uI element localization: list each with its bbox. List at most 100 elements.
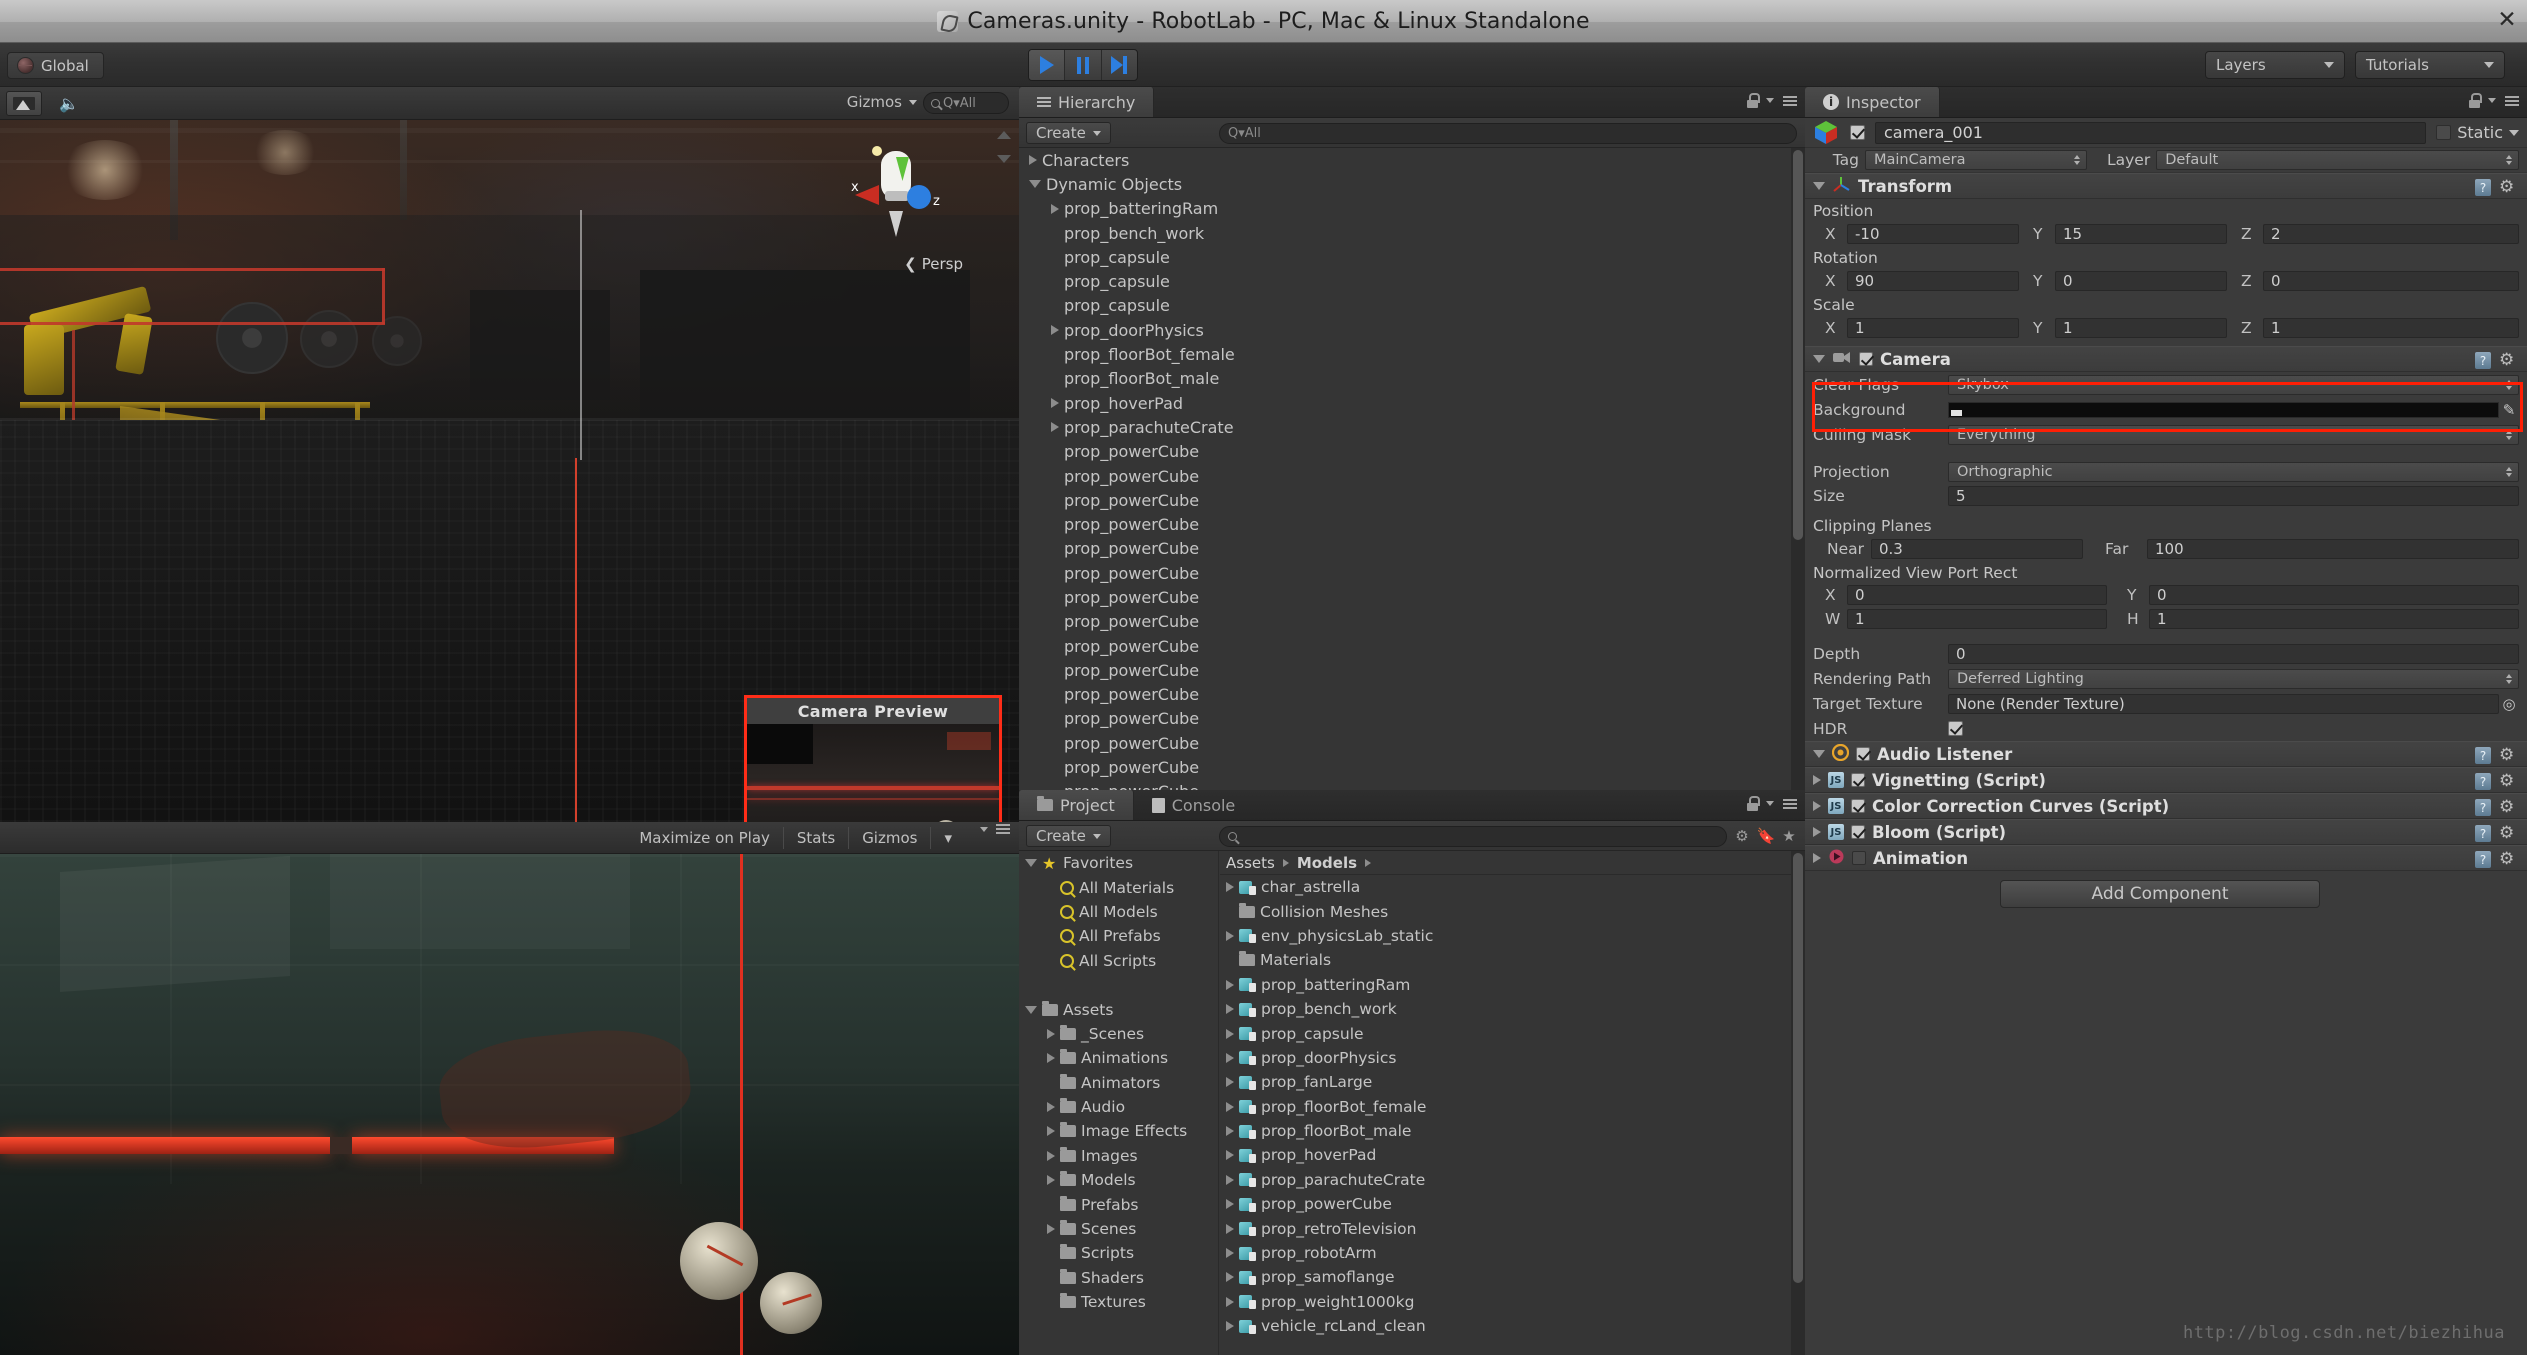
project-asset-list[interactable]: Assets Models char_astrella Collision Mesh… bbox=[1220, 851, 1791, 1355]
gear-icon[interactable]: ⚙ bbox=[2499, 178, 2518, 197]
component-header-transform[interactable]: Transform ? ⚙ bbox=[1805, 173, 2527, 199]
target-texture-input[interactable]: None (Render Texture) bbox=[1948, 693, 2499, 714]
position-y-input[interactable]: 15 bbox=[2055, 223, 2227, 244]
chevron-right-icon[interactable] bbox=[1226, 882, 1234, 893]
near-input[interactable]: 0.3 bbox=[1871, 538, 2083, 559]
object-picker-icon[interactable]: ◎ bbox=[2499, 695, 2519, 713]
component-header-camera[interactable]: Camera ? ⚙ bbox=[1805, 346, 2527, 372]
hierarchy-row[interactable]: prop_capsule bbox=[1019, 269, 1791, 293]
asset-row[interactable]: prop_capsule bbox=[1220, 1021, 1791, 1045]
project-tree-row[interactable]: All Prefabs bbox=[1019, 924, 1218, 948]
static-toggle[interactable]: Static bbox=[2436, 123, 2519, 142]
chevron-down-icon[interactable] bbox=[1025, 1005, 1037, 1014]
hierarchy-row[interactable]: prop_powerCube bbox=[1019, 464, 1791, 488]
gear-icon[interactable]: ⚙ bbox=[2499, 772, 2518, 791]
asset-rows[interactable]: char_astrella Collision Meshes env_physics… bbox=[1220, 875, 1791, 1338]
scene-view-panel[interactable]: Camera Preview x z ❮ Persp 🔈 Gizmos Q▾Al… bbox=[0, 87, 1019, 822]
filter-by-type-icon[interactable]: ⚙ bbox=[1731, 825, 1753, 847]
breadcrumb-item[interactable]: Assets bbox=[1226, 854, 1275, 872]
project-search-input[interactable] bbox=[1219, 826, 1727, 847]
hierarchy-row[interactable]: prop_hoverPad bbox=[1019, 391, 1791, 415]
chevron-right-icon[interactable] bbox=[1051, 325, 1059, 336]
gear-icon[interactable]: ⚙ bbox=[2499, 746, 2518, 765]
hierarchy-row[interactable]: prop_parachuteCrate bbox=[1019, 415, 1791, 439]
chevron-right-icon[interactable] bbox=[1047, 1102, 1055, 1113]
chevron-right-icon[interactable] bbox=[1051, 422, 1059, 433]
chevron-down-icon[interactable]: ▾ bbox=[931, 827, 965, 849]
project-tree-row[interactable]: Audio bbox=[1019, 1095, 1218, 1119]
scene-search-input[interactable]: Q▾All bbox=[923, 92, 1009, 114]
component-enabled-checkbox[interactable] bbox=[1851, 825, 1865, 839]
gear-icon[interactable]: ⚙ bbox=[2499, 824, 2518, 843]
game-view-options[interactable] bbox=[980, 824, 1010, 834]
hierarchy-scrollbar[interactable] bbox=[1791, 148, 1805, 790]
chevron-up-icon[interactable] bbox=[997, 131, 1011, 139]
component-header[interactable]: JS Bloom (Script)? ⚙ bbox=[1805, 819, 2527, 845]
chevron-right-icon[interactable] bbox=[1047, 1028, 1055, 1039]
size-input[interactable]: 5 bbox=[1948, 486, 2519, 506]
position-z-input[interactable]: 2 bbox=[2263, 223, 2519, 244]
clear-flags-dropdown[interactable]: Skybox bbox=[1948, 374, 2519, 395]
chevron-down-icon[interactable] bbox=[2509, 129, 2519, 136]
chevron-right-icon[interactable] bbox=[1226, 1174, 1234, 1185]
chevron-right-icon[interactable] bbox=[1226, 979, 1234, 990]
filter-by-label-icon[interactable]: 🔖 bbox=[1755, 825, 1777, 847]
asset-row[interactable]: char_astrella bbox=[1220, 875, 1791, 899]
chevron-right-icon[interactable] bbox=[1226, 1248, 1234, 1259]
foldout-arrow-icon[interactable] bbox=[1813, 750, 1825, 758]
project-tree-row[interactable]: Textures bbox=[1019, 1290, 1218, 1314]
asset-row[interactable]: Materials bbox=[1220, 948, 1791, 972]
asset-row[interactable]: prop_fanLarge bbox=[1220, 1070, 1791, 1094]
layer-dropdown[interactable]: Default bbox=[2156, 150, 2519, 170]
foldout-arrow-icon[interactable] bbox=[1813, 775, 1821, 785]
chevron-right-icon[interactable] bbox=[1029, 155, 1037, 166]
scale-x-input[interactable]: 1 bbox=[1847, 317, 2019, 338]
game-view-panel[interactable]: Maximize on Play Stats Gizmos ▾ bbox=[0, 822, 1019, 1355]
depth-input[interactable]: 0 bbox=[1948, 643, 2519, 664]
chevron-right-icon[interactable] bbox=[1226, 1223, 1234, 1234]
project-create-button[interactable]: Create bbox=[1026, 825, 1111, 847]
component-header[interactable]: JS Vignetting (Script)? ⚙ bbox=[1805, 767, 2527, 793]
chevron-right-icon[interactable] bbox=[1226, 1296, 1234, 1307]
menu-icon[interactable] bbox=[996, 824, 1010, 834]
asset-row[interactable]: prop_parachuteCrate bbox=[1220, 1168, 1791, 1192]
hierarchy-row[interactable]: prop_floorBot_female bbox=[1019, 342, 1791, 366]
project-folder-tree[interactable]: ★ Favorites All Materials All Models All Pre… bbox=[1019, 851, 1219, 1355]
chevron-right-icon[interactable] bbox=[1047, 1126, 1055, 1137]
project-tree-row[interactable]: ★ Favorites bbox=[1019, 851, 1218, 875]
help-icon[interactable]: ? bbox=[2475, 747, 2491, 764]
project-tree-row[interactable]: Images bbox=[1019, 1144, 1218, 1168]
layers-dropdown[interactable]: Layers bbox=[2205, 51, 2345, 79]
component-enabled-checkbox[interactable] bbox=[1856, 747, 1870, 761]
favorite-icon[interactable]: ★ bbox=[1778, 825, 1800, 847]
chevron-right-icon[interactable] bbox=[1226, 1126, 1234, 1137]
eyedropper-icon[interactable]: ✎ bbox=[2499, 401, 2519, 419]
hierarchy-row[interactable]: prop_powerCube bbox=[1019, 585, 1791, 609]
hierarchy-list[interactable]: Characters Dynamic Objects prop_batteringR… bbox=[1019, 148, 1791, 790]
help-icon[interactable]: ? bbox=[2475, 773, 2491, 790]
gear-icon[interactable]: ⚙ bbox=[2499, 850, 2518, 869]
hierarchy-row[interactable]: prop_floorBot_male bbox=[1019, 367, 1791, 391]
rotation-z-input[interactable]: 0 bbox=[2263, 270, 2519, 291]
hierarchy-row[interactable]: prop_powerCube bbox=[1019, 488, 1791, 512]
projection-dropdown[interactable]: Orthographic bbox=[1948, 461, 2519, 482]
hierarchy-row[interactable]: prop_powerCube bbox=[1019, 610, 1791, 634]
asset-row[interactable]: prop_hoverPad bbox=[1220, 1143, 1791, 1167]
scene-scroll-arrows[interactable] bbox=[997, 131, 1011, 163]
hdr-checkbox[interactable] bbox=[1948, 721, 1963, 736]
add-component-button[interactable]: Add Component bbox=[2000, 880, 2320, 908]
menu-icon[interactable] bbox=[2505, 95, 2519, 106]
hierarchy-search-input[interactable]: Q▾All bbox=[1219, 123, 1797, 144]
tab-console[interactable]: Console bbox=[1134, 790, 1254, 820]
chevron-down-icon[interactable] bbox=[1029, 180, 1041, 189]
menu-icon[interactable] bbox=[1783, 798, 1797, 809]
hierarchy-row[interactable]: prop_powerCube bbox=[1019, 561, 1791, 585]
hierarchy-row[interactable]: prop_batteringRam bbox=[1019, 197, 1791, 221]
asset-row[interactable]: prop_bench_work bbox=[1220, 997, 1791, 1021]
hierarchy-row[interactable]: prop_capsule bbox=[1019, 245, 1791, 269]
project-tree-row[interactable]: Animators bbox=[1019, 1071, 1218, 1095]
component-enabled-checkbox[interactable] bbox=[1852, 851, 1866, 865]
asset-row[interactable]: prop_weight1000kg bbox=[1220, 1290, 1791, 1314]
component-enabled-checkbox[interactable] bbox=[1851, 799, 1865, 813]
chevron-right-icon[interactable] bbox=[1226, 1101, 1234, 1112]
